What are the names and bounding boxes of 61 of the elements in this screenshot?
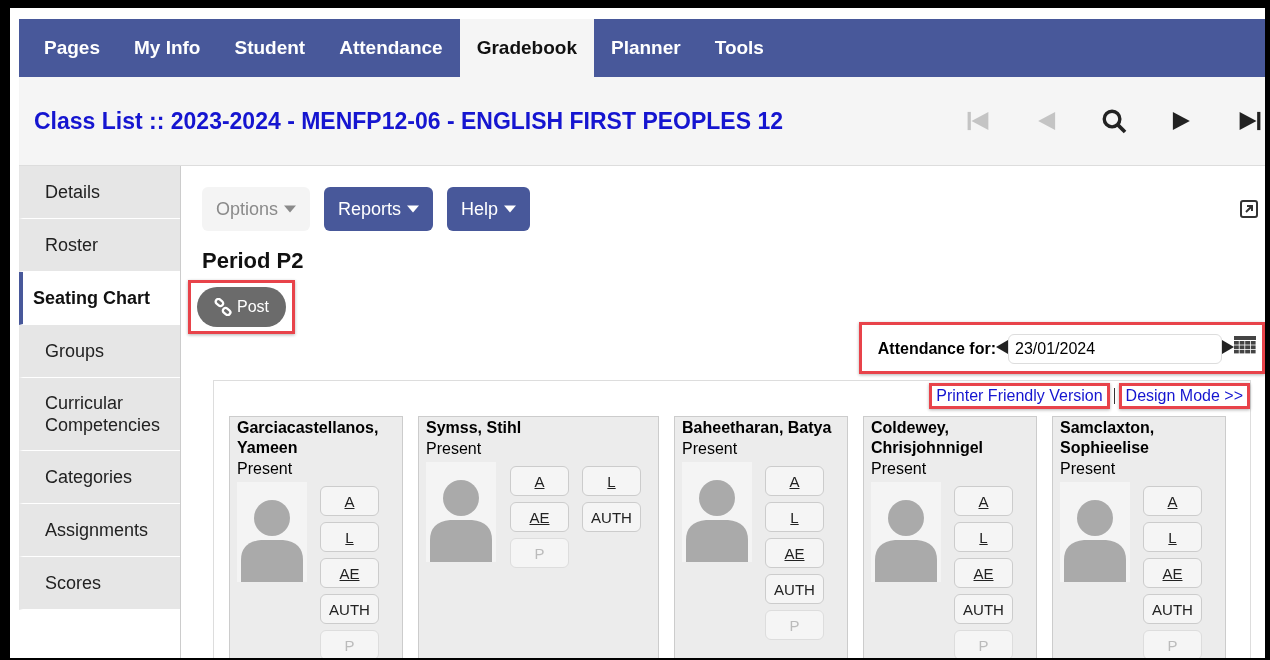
attendance-code-button[interactable]: L	[954, 522, 1013, 552]
attendance-code-button[interactable]: L	[1143, 522, 1202, 552]
student-name: Coldewey, Chrisjohnnigel	[871, 418, 984, 458]
attendance-code-button[interactable]: AE	[954, 558, 1013, 588]
attendance-code-button[interactable]: L	[765, 502, 824, 532]
dropdown-button[interactable]: Help	[447, 187, 531, 231]
caret-icon	[407, 205, 420, 213]
sidebar-item[interactable]: Scores	[19, 557, 180, 610]
student-name: Garciacastellanos, Yameen	[237, 418, 380, 458]
link-separator	[1113, 388, 1115, 404]
attendance-code-button[interactable]: AUTH	[320, 594, 379, 624]
attendance-code-button[interactable]: AE	[510, 502, 569, 532]
attendance-status: Present	[871, 459, 928, 479]
attendance-code-button[interactable]: A	[510, 466, 569, 496]
post-button[interactable]: Post	[197, 287, 286, 327]
sidebar-item[interactable]: Assignments	[19, 504, 180, 557]
text-link[interactable]: Printer Friendly Version	[936, 387, 1103, 405]
text-link[interactable]: Design Mode >>	[1125, 387, 1243, 405]
attendance-code-button[interactable]: AUTH	[1143, 594, 1202, 624]
student-name: Baheetharan, Batya	[682, 418, 833, 438]
sidebar-item[interactable]: Categories	[19, 451, 180, 504]
date-field[interactable]: 23/01/2024	[1008, 334, 1222, 364]
nav-tab[interactable]: Pages	[27, 19, 117, 77]
calendar-icon[interactable]	[1234, 336, 1256, 354]
student-name: Samclaxton, Sophieelise	[1060, 418, 1156, 458]
attendance-code-button[interactable]: AUTH	[582, 502, 641, 532]
nav-tab[interactable]: Attendance	[322, 19, 460, 77]
student-name: Symss, Stihl	[426, 418, 523, 438]
attendance-code-button[interactable]: AE	[765, 538, 824, 568]
attendance-status: Present	[1060, 459, 1117, 479]
attendance-code-button[interactable]: A	[954, 486, 1013, 516]
attendance-status: Present	[682, 439, 739, 459]
attendance-code-button[interactable]: AUTH	[765, 574, 824, 604]
attendance-code-button[interactable]: A	[765, 466, 824, 496]
sidebar-item[interactable]: Details	[19, 166, 180, 219]
attendance-status: Present	[237, 459, 294, 479]
search-icon[interactable]	[1101, 108, 1127, 134]
attendance-code-button[interactable]: L	[320, 522, 379, 552]
attendance-code-button[interactable]: AUTH	[954, 594, 1013, 624]
sidebar-item[interactable]: Groups	[19, 325, 180, 378]
nav-tab[interactable]: Tools	[697, 19, 781, 77]
caret-icon	[284, 205, 297, 213]
nav-tab[interactable]: Planner	[594, 19, 698, 77]
attendance-date-label: Attendance for:	[877, 340, 996, 357]
pop-out-icon[interactable]	[1239, 199, 1259, 219]
page-title: Class List :: 2023-2024 - MENFP12-06 - ENGLISH FIRST PEOPLES 12	[34, 107, 784, 135]
chain-link-icon	[214, 298, 232, 316]
nav-tab[interactable]: Student	[217, 19, 323, 77]
caret-icon	[504, 205, 517, 213]
attendance-code-button[interactable]: A	[320, 486, 379, 516]
attendance-status: Present	[426, 439, 483, 459]
nav-tab[interactable]: Gradebook	[459, 19, 594, 77]
attendance-code-button[interactable]: L	[582, 466, 641, 496]
attendance-code-button[interactable]: AE	[1143, 558, 1202, 588]
attendance-code-button[interactable]: A	[1143, 486, 1202, 516]
sidebar-item[interactable]: Curricular Competencies	[19, 378, 180, 451]
dropdown-button[interactable]: Reports	[324, 187, 434, 231]
sidebar-item[interactable]: Roster	[19, 219, 180, 272]
nav-tab[interactable]: My Info	[117, 19, 218, 77]
period-heading: Period P2	[202, 248, 305, 274]
attendance-code-button[interactable]: AE	[320, 558, 379, 588]
